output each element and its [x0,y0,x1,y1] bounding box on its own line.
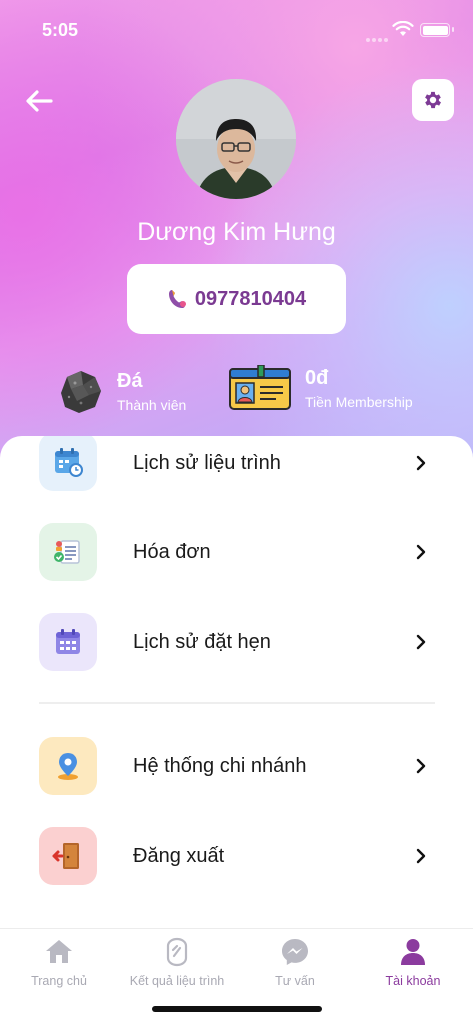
chevron-right-icon [416,544,426,560]
menu-item-appointment-history[interactable]: Lịch sử đặt hẹn [0,612,473,672]
member-card-icon [229,365,291,410]
settings-button[interactable] [412,79,454,121]
phone-icon [168,290,186,308]
chevron-right-icon [416,455,426,471]
avatar-photo [176,79,296,199]
wifi-icon [392,21,414,36]
menu-label: Hệ thống chi nhánh [133,754,307,777]
result-shield-icon [166,937,188,967]
stone-icon [61,371,101,413]
menu-label: Lịch sử liệu trình [133,451,281,474]
messenger-icon [282,939,308,965]
chevron-right-icon [416,758,426,774]
arrow-left-icon [26,90,53,112]
phone-card[interactable]: 0977810404 [127,264,346,334]
phone-number: 0977810404 [194,287,307,310]
menu-item-treatment-history[interactable]: Lịch sử liệu trình [0,436,473,493]
home-indicator [152,1006,322,1012]
signal-icon [366,29,390,47]
user-name: Dương Kim Hưng [137,218,336,246]
tab-label: Kết quả liệu trình [129,974,225,988]
tab-home[interactable]: Trang chủ [0,929,118,999]
menu-label: Lịch sử đặt hẹn [133,630,271,653]
tab-account[interactable]: Tài khoản [354,929,472,999]
tab-label: Tư vấn [275,974,315,988]
menu-item-branches[interactable]: Hệ thống chi nhánh [0,736,473,796]
logout-door-icon [39,827,97,885]
tab-label: Trang chủ [31,974,87,988]
avatar[interactable] [176,79,296,199]
account-menu: Lịch sử liệu trình Hóa đơn Lịch sử đặt h… [0,436,473,936]
menu-label: Hóa đơn [133,540,211,563]
menu-item-invoices[interactable]: Hóa đơn [0,522,473,582]
tab-treatment-results[interactable]: Kết quả liệu trình [118,929,236,999]
balance-value: 0đ [305,366,329,389]
menu-divider [39,702,435,704]
rank-label: Thành viên [117,396,187,413]
battery-icon [420,23,454,37]
person-icon [401,939,425,965]
gear-icon [425,91,441,109]
rank-value: Đá [117,369,143,392]
membership-rank[interactable]: Đá Thành viên [53,365,186,417]
status-time: 5:05 [42,20,79,40]
menu-label: Đăng xuất [133,844,225,867]
tab-consult[interactable]: Tư vấn [236,929,354,999]
invoice-icon [39,523,97,581]
menu-item-logout[interactable]: Đăng xuất [0,826,473,886]
status-bar: 5:05 [0,0,473,60]
chevron-right-icon [416,634,426,650]
membership-balance[interactable]: 0đ Tiền Membership [228,365,413,411]
back-button[interactable] [22,86,56,116]
chevron-right-icon [416,848,426,864]
tab-label: Tài khoản [385,974,441,988]
balance-label: Tiền Membership [305,393,413,410]
home-icon [46,940,72,963]
calendar-icon [39,613,97,671]
calendar-clock-icon [39,436,97,491]
location-pin-icon [39,737,97,795]
